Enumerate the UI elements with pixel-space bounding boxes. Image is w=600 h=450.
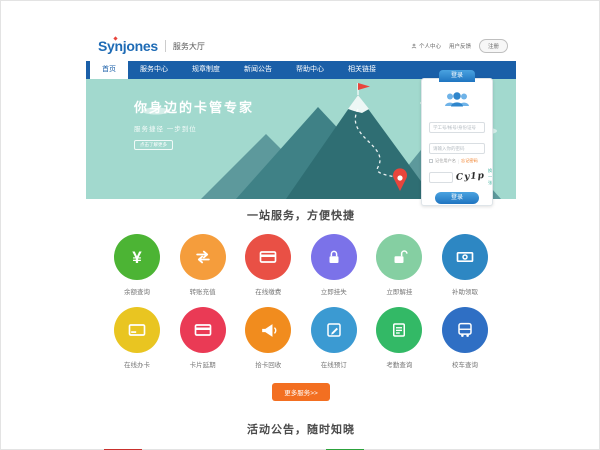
edit-icon (311, 307, 357, 353)
service-label: 在线办卡 (112, 359, 162, 369)
card-icon (114, 307, 160, 353)
login-tab[interactable]: 登录 (439, 70, 475, 82)
personal-center-link[interactable]: 个人中心 (411, 42, 441, 50)
service-label: 在线缴费 (243, 286, 293, 296)
feedback-link[interactable]: 用户反馈 (449, 42, 471, 50)
lock-icon (311, 234, 357, 280)
synjones-logo: Synjones (98, 38, 158, 54)
captcha-input[interactable] (429, 172, 453, 183)
user-icon (411, 43, 417, 49)
hero-copy: 你身边的卡管专家 服务捷径 一步到位 点击了解更多 (134, 97, 254, 151)
nav-item-links[interactable]: 相关链接 (336, 61, 388, 79)
site-header: Synjones 服务大厅 个人中心 用户反馈 注册 (86, 31, 516, 61)
nav-item-rules[interactable]: 规章制度 (180, 61, 232, 79)
service-attendance[interactable]: 考勤查询 (374, 307, 424, 369)
service-label: 立即解挂 (374, 286, 424, 296)
captcha-refresh-link[interactable]: 换一张 (488, 168, 492, 186)
captcha-image: Cy1p (456, 171, 486, 183)
nav-item-help[interactable]: 帮助中心 (284, 61, 336, 79)
service-school-bus[interactable]: 校车查询 (440, 307, 490, 369)
service-label: 补助领取 (440, 286, 490, 296)
site-container: Synjones 服务大厅 个人中心 用户反馈 注册 首页 服务中心 规章制度 … (86, 31, 516, 450)
banknote-icon (442, 234, 488, 280)
nav-item-home[interactable]: 首页 (90, 61, 128, 79)
brand: Synjones 服务大厅 (98, 38, 205, 54)
services-row-2: 在线办卡 卡片延期 拾卡回收 (86, 307, 516, 369)
service-apply-card[interactable]: 在线办卡 (112, 307, 162, 369)
users-icon (429, 92, 485, 112)
nav-item-news[interactable]: 新闻公告 (232, 61, 284, 79)
service-balance[interactable]: ¥ 余额查询 (112, 234, 162, 296)
services-title: 一站服务，方便快捷 (86, 207, 516, 223)
service-online-payment[interactable]: 在线缴费 (243, 234, 293, 296)
bus-icon (442, 307, 488, 353)
service-card-extension[interactable]: 卡片延期 (178, 307, 228, 369)
service-label: 校车查询 (440, 359, 490, 369)
password-input[interactable] (429, 143, 485, 154)
announcements-section: 活动公告，随时知晓 使用须知 最新公告 更多>> 使用指南 更多>> (86, 421, 516, 450)
megaphone-icon (245, 307, 291, 353)
list-icon (376, 307, 422, 353)
more-services-wrap: 更多服务>> (86, 382, 516, 401)
page-canvas: Synjones 服务大厅 个人中心 用户反馈 注册 首页 服务中心 规章制度 … (0, 0, 600, 450)
login-options: 记住用户名 | 忘记密码 (429, 158, 485, 164)
forgot-password-link[interactable]: 忘记密码 (461, 158, 478, 164)
login-panel: 登录 记住用户名 | 忘记密码 Cy1p 换一张 登录 (421, 78, 493, 206)
hero-cta-button[interactable]: 点击了解更多 (134, 140, 173, 150)
card-icon (245, 234, 291, 280)
transfer-icon (180, 234, 226, 280)
services-row-1: ¥ 余额查询 转账充值 在线缴费 (86, 234, 516, 296)
service-label: 在线预订 (309, 359, 359, 369)
captcha-row: Cy1p 换一张 (429, 168, 485, 186)
service-subsidy[interactable]: 补助领取 (440, 234, 490, 296)
service-label: 拾卡回收 (243, 359, 293, 369)
service-label: 转账充值 (178, 286, 228, 296)
remember-label: 记住用户名 (435, 158, 456, 164)
options-divider: | (458, 159, 459, 164)
service-report-loss[interactable]: 立即挂失 (309, 234, 359, 296)
service-found-card[interactable]: 拾卡回收 (243, 307, 293, 369)
site-subtitle: 服务大厅 (173, 41, 205, 52)
nav-item-service-center[interactable]: 服务中心 (128, 61, 180, 79)
login-submit-button[interactable]: 登录 (435, 192, 479, 204)
announcements-title: 活动公告，随时知晓 (86, 421, 516, 437)
service-online-booking[interactable]: 在线预订 (309, 307, 359, 369)
service-label: 考勤查询 (374, 359, 424, 369)
hero-subtitle: 服务捷径 一步到位 (134, 123, 254, 133)
service-transfer[interactable]: 转账充值 (178, 234, 228, 296)
more-services-button[interactable]: 更多服务>> (272, 383, 330, 401)
hero-title: 你身边的卡管专家 (134, 97, 254, 116)
yen-icon: ¥ (114, 234, 160, 280)
service-release-loss[interactable]: 立即解挂 (374, 234, 424, 296)
username-input[interactable] (429, 122, 485, 133)
service-label: 卡片延期 (178, 359, 228, 369)
service-label: 余额查询 (112, 286, 162, 296)
remember-checkbox[interactable] (429, 159, 433, 163)
service-label: 立即挂失 (309, 286, 359, 296)
services-section: 一站服务，方便快捷 ¥ 余额查询 转账充值 在线缴费 (86, 199, 516, 401)
header-links: 个人中心 用户反馈 注册 (411, 39, 508, 53)
register-button[interactable]: 注册 (479, 39, 508, 53)
brand-divider (165, 40, 166, 52)
unlock-icon (376, 234, 422, 280)
card-icon (180, 307, 226, 353)
